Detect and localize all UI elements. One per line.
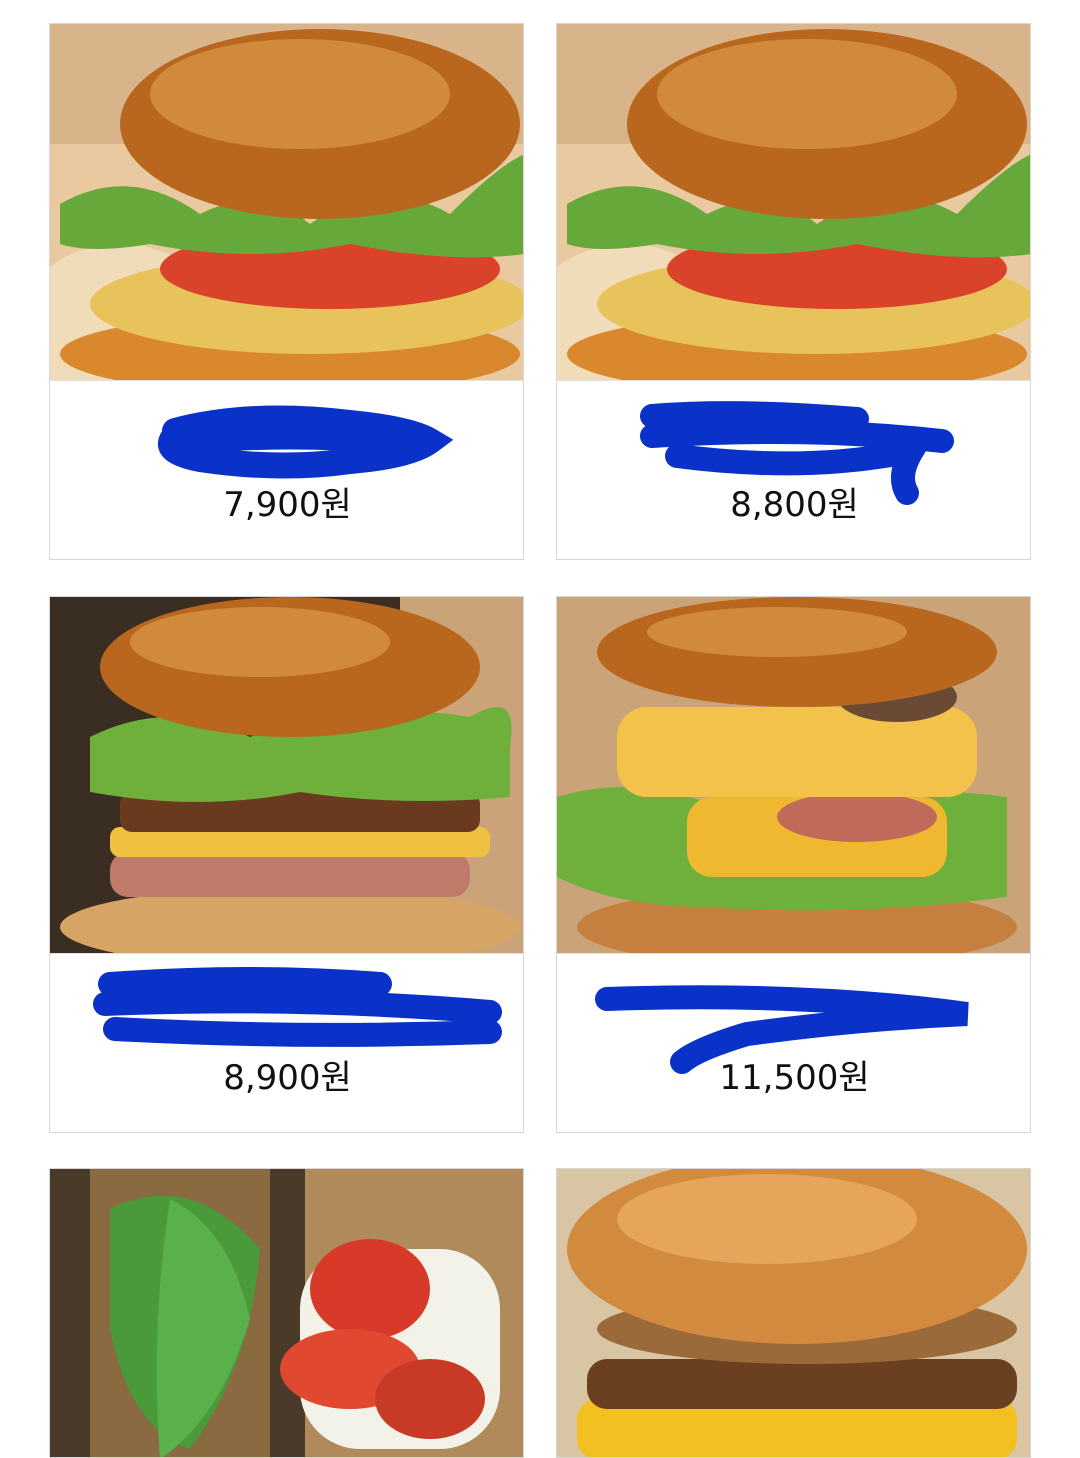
menu-card[interactable]: 8,900원	[49, 596, 524, 1133]
redaction-scribble	[595, 985, 969, 1074]
burger-photo[interactable]	[557, 1169, 1030, 1457]
menu-price: 11,500원	[719, 1058, 870, 1098]
menu-name	[50, 994, 523, 1034]
burger-photo[interactable]	[50, 597, 523, 953]
sandwich-photo[interactable]	[50, 1169, 523, 1457]
menu-info: 8,900원	[50, 953, 523, 1132]
redaction-scribble	[93, 967, 502, 1047]
menu-card[interactable]: 11,500원	[556, 596, 1031, 1133]
menu-card[interactable]: 8,800원	[556, 23, 1031, 560]
menu-name	[50, 421, 523, 461]
burger-photo[interactable]	[50, 24, 523, 380]
menu-price: 7,900원	[223, 485, 352, 525]
menu-price: 8,800원	[730, 485, 859, 525]
menu-name	[557, 421, 1030, 461]
redaction-scribble	[640, 401, 954, 505]
burger-photo[interactable]	[557, 24, 1030, 380]
menu-card[interactable]: 7,900원	[49, 23, 524, 560]
redaction-scribble	[158, 405, 454, 479]
menu-info: 8,800원	[557, 380, 1030, 559]
menu-info: 11,500원	[557, 953, 1030, 1132]
menu-card[interactable]	[49, 1168, 524, 1458]
menu-info: 7,900원	[50, 380, 523, 559]
menu-name	[557, 994, 1030, 1034]
menu-grid: 7,900원 8,800원 8,900원 11,500원	[0, 0, 1080, 1458]
menu-price: 8,900원	[223, 1058, 352, 1098]
burger-photo[interactable]	[557, 597, 1030, 953]
menu-card[interactable]	[556, 1168, 1031, 1458]
